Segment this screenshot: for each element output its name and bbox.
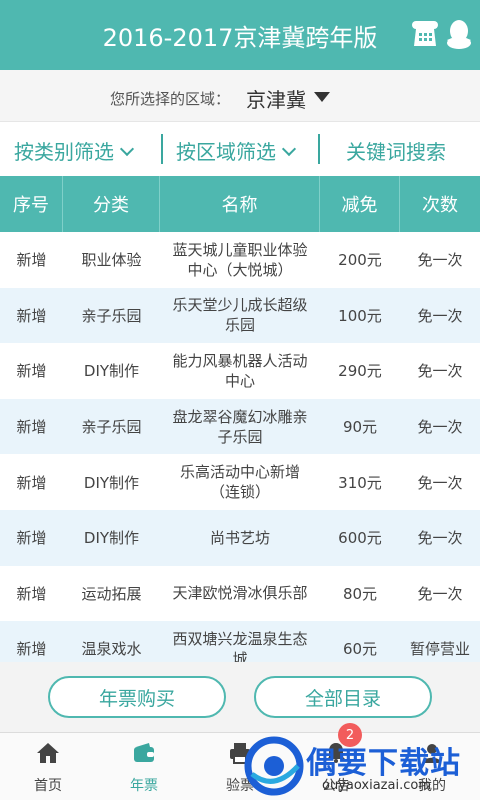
table-row[interactable]: 新增 DIY制作 能力风暴机器人活动中心 290元 免一次 [0,343,480,399]
table-row[interactable]: 新增 DIY制作 乐高活动中心新增（连锁） 310元 免一次 [0,454,480,510]
cell-discount: 310元 [338,473,382,492]
table-row[interactable]: 新增 DIY制作 尚书艺坊 600元 免一次 [0,510,480,566]
cell-times: 免一次 [417,529,463,548]
cell-discount: 60元 [342,640,378,659]
divider [161,134,163,164]
cell-category: 职业体验 [81,251,142,270]
cell-times: 免一次 [417,362,463,381]
watermark-logo-icon [244,736,304,796]
table-row[interactable]: 新增 运动拓展 天津欧悦滑冰俱乐部 80元 免一次 [0,566,480,622]
venue-table[interactable]: 新增 职业体验 蓝天城儿童职业体验中心（大悦城） 200元 免一次 新增 亲子乐… [0,232,480,662]
all-catalog-button[interactable]: 全部目录 [254,676,432,718]
column-header-discount: 减免 [320,176,400,232]
cell-category: 运动拓展 [81,584,142,603]
tab-annual-ticket-label: 年票 [130,778,158,794]
cell-category: 亲子乐园 [81,418,142,437]
table-row[interactable]: 新增 亲子乐园 乐天堂少儿成长超级乐园 100元 免一次 [0,287,480,344]
watermark-text: 偶要下载站 [306,746,461,781]
cell-times: 免一次 [417,306,463,325]
cell-category: DIY制作 [83,529,140,548]
keyword-search-button[interactable]: 关键词搜索 [346,136,446,165]
filter-by-category[interactable]: 按类别筛选 [14,136,135,165]
cell-times: 免一次 [417,418,463,437]
tab-home-label: 首页 [34,778,62,794]
filter-by-region[interactable]: 按区域筛选 [176,136,297,165]
cell-index: 新增 [16,640,47,659]
cell-name: 能力风暴机器人活动中心 [172,351,308,390]
table-row[interactable]: 新增 亲子乐园 盘龙翠谷魔幻冰雕亲子乐园 90元 免一次 [0,398,480,455]
cell-name: 乐高活动中心新增（连锁） [179,463,300,502]
qq-icon[interactable] [444,18,474,50]
tab-home[interactable]: 首页 [0,733,96,800]
watermark-url: ouyaoxiazai.com [322,778,431,793]
region-label: 您所选择的区域： [110,90,231,108]
cell-discount: 290元 [338,362,382,381]
region-selector[interactable]: 您所选择的区域： 京津冀 [0,70,480,122]
cell-name: 西双塘兴龙温泉生态城 [172,629,308,662]
phone-icon[interactable] [410,18,440,50]
table-row[interactable]: 新增 温泉戏水 西双塘兴龙温泉生态城 60元 暂停营业 [0,621,480,662]
table-header: 序号 分类 名称 减免 次数 [0,176,480,232]
region-value[interactable]: 京津冀 [246,84,306,113]
wallet-icon [134,743,154,762]
cell-discount: 200元 [338,251,382,270]
filter-bar: 按类别筛选 按区域筛选 关键词搜索 [0,122,480,176]
filter-by-region-label: 按区域筛选 [176,140,276,164]
filter-by-category-label: 按类别筛选 [14,140,114,164]
app-header: 2016-2017京津冀跨年版 [0,0,480,70]
cell-index: 新增 [16,362,47,381]
cell-category: 亲子乐园 [81,306,142,325]
cell-name: 蓝天城儿童职业体验中心（大悦城） [172,240,308,279]
cell-name: 天津欧悦滑冰俱乐部 [172,584,308,603]
cell-name: 乐天堂少儿成长超级乐园 [172,296,308,335]
column-header-category: 分类 [63,176,160,232]
column-header-name: 名称 [160,176,320,232]
caret-down-icon[interactable] [314,92,330,102]
tab-annual-ticket[interactable]: 年票 [96,733,192,800]
cell-discount: 600元 [338,529,382,548]
divider [318,134,320,164]
cell-discount: 80元 [342,584,378,603]
chevron-down-icon [119,141,135,157]
cell-index: 新增 [16,529,47,548]
cell-category: 温泉戏水 [81,640,142,659]
cell-index: 新增 [16,418,47,437]
action-bar: 年票购买 全部目录 [0,662,480,732]
home-icon [37,743,59,763]
cell-name: 盘龙翠谷魔幻冰雕亲子乐园 [172,407,308,446]
cell-times: 免一次 [417,251,463,270]
cell-index: 新增 [16,584,47,603]
cell-name: 尚书艺坊 [209,528,270,547]
cell-index: 新增 [16,306,47,325]
column-header-times: 次数 [422,195,458,216]
cell-times: 暂停营业 [409,640,470,659]
cell-times: 免一次 [417,473,463,492]
page-title: 2016-2017京津冀跨年版 [102,24,378,52]
cell-index: 新增 [16,473,47,492]
cell-times: 免一次 [417,584,463,603]
watermark: 偶要下载站 ouyaoxiazai.com [238,732,480,800]
cell-category: DIY制作 [83,473,140,492]
table-row[interactable]: 新增 职业体验 蓝天城儿童职业体验中心（大悦城） 200元 免一次 [0,232,480,288]
cell-index: 新增 [16,251,47,270]
chevron-down-icon [281,141,297,157]
buy-ticket-button[interactable]: 年票购买 [48,676,226,718]
cell-discount: 90元 [342,418,378,437]
cell-category: DIY制作 [83,362,140,381]
column-header-index: 序号 [0,176,63,232]
cell-discount: 100元 [338,306,382,325]
